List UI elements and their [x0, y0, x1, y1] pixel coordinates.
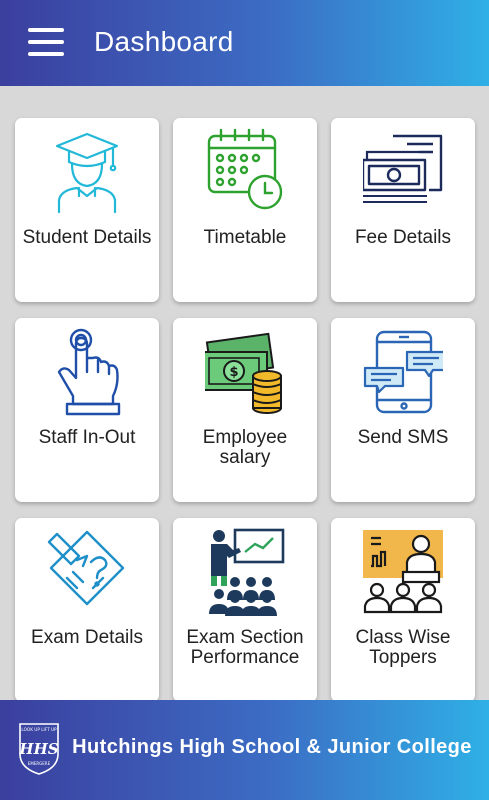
tile-label: Timetable [203, 227, 287, 248]
hamburger-menu-icon[interactable] [28, 28, 64, 56]
tile-class-wise-toppers[interactable]: Class Wise Toppers [331, 518, 475, 702]
tile-label: Class Wise Toppers [355, 627, 451, 668]
page-title: Dashboard [94, 26, 234, 57]
tile-label: Staff In-Out [38, 427, 136, 448]
school-name: Hutchings High School & Junior College [72, 736, 472, 758]
svg-text:EMERGERE: EMERGERE [28, 761, 51, 766]
tile-exam-section-performance[interactable]: Exam Section Performance [173, 518, 317, 702]
app-header: Dashboard [0, 0, 489, 86]
svg-text:$: $ [229, 365, 238, 380]
phone-chat-icon [363, 330, 443, 414]
tile-label: Exam Section Performance [186, 627, 304, 668]
banknote-invoice-icon [363, 134, 443, 203]
svg-text:LOOK UP LIFT UP: LOOK UP LIFT UP [21, 727, 57, 732]
tile-label: Send SMS [357, 427, 449, 448]
tile-staff-in-out[interactable]: Staff In-Out [15, 318, 159, 502]
money-coins-icon: $ [205, 332, 282, 414]
presentation-class-icon [209, 528, 285, 616]
school-footer: LOOK UP LIFT UP HHS EMERGERE Hutchings H… [0, 700, 489, 800]
tile-label: Student Details [22, 227, 152, 248]
tile-exam-details[interactable]: Exam Details [15, 518, 159, 702]
tile-employee-salary[interactable]: $ Employee salary [173, 318, 317, 502]
dashboard-grid: Student Details Timetable Fee Details St… [0, 86, 489, 702]
speaker-audience-icon [363, 530, 443, 614]
tile-label: Fee Details [354, 227, 452, 248]
svg-text:HHS: HHS [18, 740, 58, 758]
calendar-clock-icon [207, 128, 283, 210]
tile-label: Exam Details [31, 627, 143, 648]
school-crest-logo: LOOK UP LIFT UP HHS EMERGERE [18, 723, 59, 775]
touch-finger-icon [57, 328, 121, 416]
tile-timetable[interactable]: Timetable [173, 118, 317, 302]
tile-student-details[interactable]: Student Details [15, 118, 159, 302]
tile-label: Employee salary [202, 427, 288, 468]
tile-send-sms[interactable]: Send SMS [331, 318, 475, 502]
student-graduate-icon [55, 132, 119, 214]
tile-fee-details[interactable]: Fee Details [331, 118, 475, 302]
exam-paper-pencil-icon [47, 530, 125, 606]
